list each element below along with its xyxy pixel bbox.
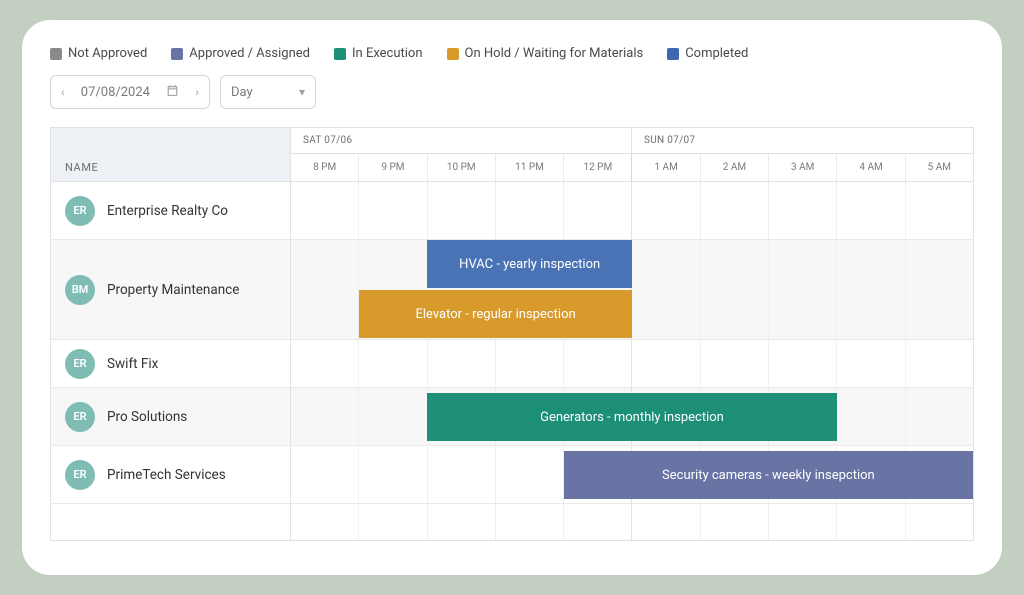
schedule-card: Not Approved Approved / Assigned In Execut… [22,20,1002,575]
hour-header: 8 PM [291,154,358,181]
legend: Not Approved Approved / Assigned In Execut… [50,46,974,61]
avatar: BM [65,275,95,305]
schedule-grid: SAT 07/06 SUN 07/07 NAME 8 PM9 PM10 PM11… [50,127,974,541]
controls-row: ‹ 07/08/2024 › Day ▾ [50,75,974,109]
legend-swatch [171,48,183,60]
resource-row: ER Swift Fix [51,340,973,388]
date-picker[interactable]: ‹ 07/08/2024 › [50,75,210,109]
grid-cell [563,504,631,540]
legend-label: In Execution [352,46,423,61]
hour-header: 12 PM [563,154,631,181]
resource-name-cell: ER Pro Solutions [51,388,291,445]
hour-header: 5 AM [905,154,973,181]
resource-timeline [291,182,973,239]
resource-name: Swift Fix [107,356,158,372]
task-bar[interactable]: HVAC - yearly inspection [427,240,632,288]
grid-cell [631,504,699,540]
hour-header: 10 PM [427,154,495,181]
header-days-row: SAT 07/06 SUN 07/07 [51,128,973,154]
caret-down-icon: ▾ [299,85,305,99]
resource-timeline [291,340,973,387]
task-bar[interactable]: Security cameras - weekly insepction [564,451,973,499]
resource-name: PrimeTech Services [107,467,226,483]
resource-timeline: HVAC - yearly inspectionElevator - regul… [291,240,973,339]
legend-label: Not Approved [68,46,147,61]
schedule-body: ER Enterprise Realty Co BM Property Mainten… [51,182,973,504]
legend-item: On Hold / Waiting for Materials [447,46,644,61]
hours-header: 8 PM9 PM10 PM11 PM12 PM1 AM2 AM3 AM4 AM5… [291,154,973,181]
resource-row: ER Enterprise Realty Co [51,182,973,240]
grid-cell [291,504,358,540]
day-header: SUN 07/07 [632,128,973,154]
column-header-name: NAME [51,154,291,181]
resource-timeline: Generators - monthly inspection [291,388,973,445]
avatar: ER [65,349,95,379]
hour-header: 11 PM [495,154,563,181]
resource-row: ER Pro Solutions Generators - monthly insp… [51,388,973,446]
grid-cell [905,504,973,540]
legend-swatch [50,48,62,60]
date-value: 07/08/2024 [81,85,150,100]
resource-row: ER PrimeTech Services Security cameras - w… [51,446,973,504]
legend-item: Not Approved [50,46,147,61]
hour-header: 3 AM [768,154,836,181]
resource-name-cell: ER Enterprise Realty Co [51,182,291,239]
task-bar[interactable]: Generators - monthly inspection [427,393,836,441]
legend-label: On Hold / Waiting for Materials [465,46,644,61]
legend-swatch [667,48,679,60]
calendar-icon[interactable] [166,84,179,101]
grid-cell [700,504,768,540]
grid-cell [768,504,836,540]
task-bar[interactable]: Elevator - regular inspection [359,290,632,338]
legend-swatch [447,48,459,60]
legend-swatch [334,48,346,60]
resource-timeline: Security cameras - weekly insepction [291,446,973,503]
resource-name: Pro Solutions [107,409,187,425]
grid-cell [836,504,904,540]
header-name-spacer [51,128,291,154]
legend-label: Completed [685,46,748,61]
legend-label: Approved / Assigned [189,46,310,61]
resource-name-cell: ER PrimeTech Services [51,446,291,503]
avatar: ER [65,460,95,490]
resource-name: Enterprise Realty Co [107,203,228,219]
hour-header: 1 AM [631,154,699,181]
tail-time [291,504,973,540]
chevron-left-icon[interactable]: ‹ [61,85,65,99]
grid-cell [495,504,563,540]
hour-header: 4 AM [836,154,904,181]
chevron-right-icon[interactable]: › [195,85,199,99]
resource-name: Property Maintenance [107,282,239,298]
tail-name [51,504,291,540]
hour-header: 2 AM [700,154,768,181]
tail-row [51,504,973,540]
resource-name-cell: ER Swift Fix [51,340,291,387]
header-hours-row: NAME 8 PM9 PM10 PM11 PM12 PM1 AM2 AM3 AM… [51,154,973,182]
view-value: Day [231,85,253,100]
hour-header: 9 PM [358,154,426,181]
day-header: SAT 07/06 [291,128,632,154]
grid-cell [427,504,495,540]
avatar: ER [65,402,95,432]
legend-item: Completed [667,46,748,61]
avatar: ER [65,196,95,226]
legend-item: In Execution [334,46,423,61]
header-days: SAT 07/06 SUN 07/07 [291,128,973,154]
resource-name-cell: BM Property Maintenance [51,240,291,339]
resource-row: BM Property Maintenance HVAC - yearly insp… [51,240,973,340]
legend-item: Approved / Assigned [171,46,310,61]
grid-cell [358,504,426,540]
view-select[interactable]: Day ▾ [220,75,316,109]
